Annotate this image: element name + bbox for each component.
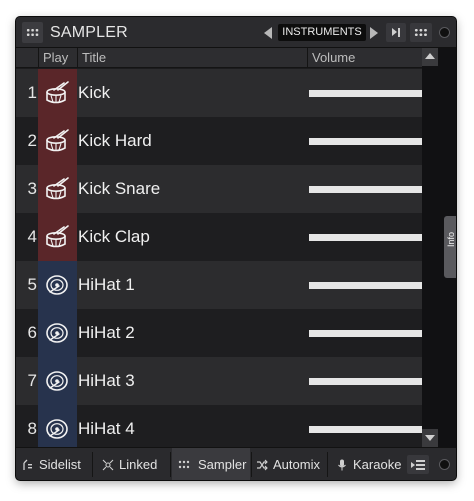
- window-title: SAMPLER: [50, 24, 128, 41]
- row-number: 3: [27, 179, 37, 198]
- divider: [327, 452, 328, 477]
- divider: [92, 452, 93, 477]
- grid-icon: [26, 28, 39, 37]
- grid-icon: [414, 28, 428, 37]
- bottom-bar: Sidelist Linked Sampler Automix Karaoke: [16, 447, 456, 480]
- scrollbar-track[interactable]: [422, 48, 438, 454]
- title-bar: SAMPLER INSTRUMENTS: [16, 17, 456, 48]
- layout-button[interactable]: [410, 23, 432, 42]
- sample-title: HiHat 4: [78, 419, 135, 438]
- grid-icon: [178, 460, 190, 469]
- row-number: 1: [27, 83, 37, 102]
- list-line-icon: [416, 468, 425, 470]
- tab-karaoke[interactable]: Karaoke: [336, 448, 402, 480]
- play-pad-button[interactable]: [38, 117, 77, 165]
- drum-icon: [46, 81, 69, 104]
- window-option-button[interactable]: [439, 27, 450, 38]
- category-selector[interactable]: INSTRUMENTS: [278, 24, 366, 41]
- header-number: [16, 48, 38, 68]
- skip-bar-icon: [398, 28, 400, 37]
- row-number: 4: [27, 227, 37, 246]
- volume-slider[interactable]: [309, 186, 422, 193]
- tab-sidelist[interactable]: Sidelist: [22, 448, 86, 480]
- sample-title: Kick Snare: [78, 179, 161, 198]
- sample-row[interactable]: 5 HiHat 1: [16, 261, 438, 309]
- linked-icon: [102, 459, 114, 471]
- volume-slider[interactable]: [309, 378, 422, 385]
- volume-slider[interactable]: [309, 426, 422, 433]
- tab-label: Linked: [119, 457, 158, 472]
- volume-slider[interactable]: [309, 90, 422, 97]
- sample-row[interactable]: 3 Kick Snare: [16, 165, 438, 213]
- row-number: 7: [27, 371, 37, 390]
- hihat-icon: [46, 323, 68, 343]
- header-volume[interactable]: Volume: [307, 48, 438, 68]
- shuffle-icon: [257, 459, 268, 471]
- sampler-window: SAMPLER INSTRUMENTS Play Title Volume 1 K…: [16, 17, 456, 480]
- play-icon: [411, 462, 415, 468]
- header-play[interactable]: Play: [38, 48, 77, 68]
- sample-title: Kick: [78, 83, 111, 102]
- play-pad-button[interactable]: [38, 69, 77, 117]
- scroll-up-button[interactable]: [422, 48, 438, 66]
- row-number: 5: [27, 275, 37, 294]
- sample-title: HiHat 3: [78, 371, 135, 390]
- row-number: 2: [27, 131, 37, 150]
- sample-row[interactable]: 1 Kick: [16, 69, 438, 117]
- list-options-button[interactable]: [407, 455, 429, 474]
- tab-automix[interactable]: Automix: [256, 448, 326, 480]
- grid-menu-button[interactable]: [22, 22, 43, 43]
- volume-slider[interactable]: [309, 234, 422, 241]
- row-number: 8: [27, 419, 37, 438]
- drum-icon: [46, 177, 69, 200]
- tab-label: Sidelist: [39, 457, 81, 472]
- scroll-down-button[interactable]: [422, 429, 438, 447]
- sample-row[interactable]: 7 HiHat 3: [16, 357, 438, 405]
- tab-label: Automix: [273, 457, 320, 472]
- previous-category-arrow-icon[interactable]: [264, 27, 272, 39]
- sample-row[interactable]: 4 Kick Clap: [16, 213, 438, 261]
- sample-title: Kick Clap: [78, 227, 150, 246]
- volume-slider[interactable]: [309, 330, 422, 337]
- sample-title: HiHat 1: [78, 275, 135, 294]
- sidelist-icon: [23, 459, 32, 470]
- play-pad-button[interactable]: [38, 405, 77, 453]
- sample-row[interactable]: 8 HiHat 4: [16, 405, 438, 453]
- header-title[interactable]: Title: [77, 48, 307, 68]
- row-number: 6: [27, 323, 37, 342]
- microphone-icon: [338, 459, 346, 471]
- sample-title: HiHat 2: [78, 323, 135, 342]
- tab-linked[interactable]: Linked: [102, 448, 166, 480]
- list-line-icon: [416, 460, 425, 462]
- hihat-icon: [46, 275, 68, 295]
- hihat-icon: [46, 371, 68, 391]
- tab-label: Karaoke: [353, 457, 402, 472]
- play-pad-button[interactable]: [38, 357, 77, 405]
- play-icon: [392, 28, 397, 36]
- list-line-icon: [416, 464, 425, 466]
- panel-option-button[interactable]: [439, 459, 450, 470]
- play-pad-button[interactable]: [38, 261, 77, 309]
- sample-row[interactable]: 6 HiHat 2: [16, 309, 438, 357]
- divider: [251, 452, 252, 477]
- divider: [170, 452, 171, 477]
- sample-title: Kick Hard: [78, 131, 152, 150]
- sample-list: 1 Kick 2 Kick Hard 3 Kick Snare 4 Kick Clap 5 HiH…: [16, 69, 438, 455]
- play-pad-button[interactable]: [38, 213, 77, 261]
- info-tab[interactable]: Info: [444, 216, 456, 278]
- play-pad-button[interactable]: [38, 165, 77, 213]
- column-header: Play Title Volume: [16, 48, 438, 68]
- next-category-arrow-icon[interactable]: [370, 27, 378, 39]
- tab-label: Sampler: [198, 457, 247, 472]
- volume-slider[interactable]: [309, 282, 422, 289]
- info-tab-label: Info: [446, 231, 456, 247]
- drum-icon: [46, 129, 69, 152]
- sample-row[interactable]: 2 Kick Hard: [16, 117, 438, 165]
- volume-slider[interactable]: [309, 138, 422, 145]
- hihat-icon: [46, 419, 68, 439]
- drum-icon: [46, 225, 69, 248]
- tab-sampler[interactable]: Sampler: [172, 448, 250, 480]
- play-pad-button[interactable]: [38, 309, 77, 357]
- skip-button[interactable]: [386, 23, 406, 42]
